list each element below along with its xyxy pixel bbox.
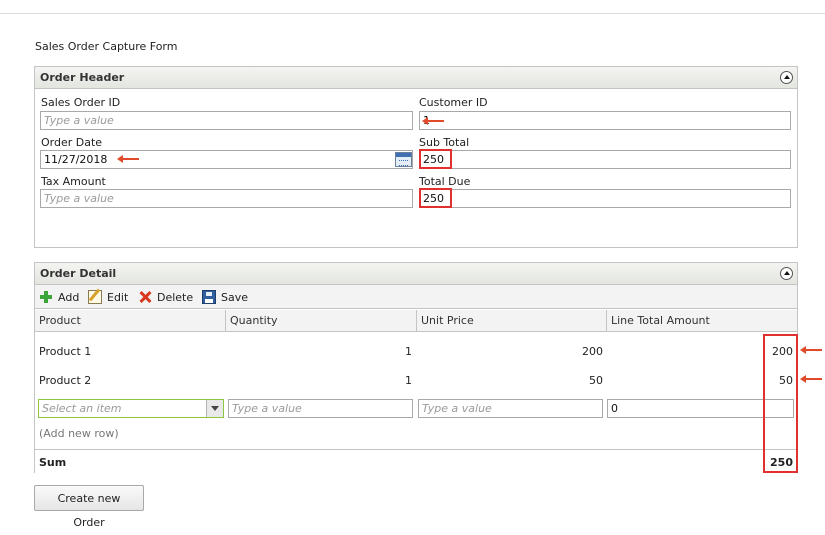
order-date-value: 11/27/2018: [44, 153, 108, 166]
new-quantity-placeholder: Type a value: [232, 402, 302, 415]
total-due-highlight: [419, 188, 452, 208]
edit-icon: [88, 290, 102, 304]
add-label: Add: [58, 290, 80, 304]
plus-icon: [39, 290, 53, 304]
order-date-field[interactable]: 11/27/2018: [40, 150, 413, 169]
grid-toolbar: Add Edit Delete Save: [35, 285, 797, 309]
column-header-quantity[interactable]: Quantity: [226, 310, 417, 332]
delete-label: Delete: [157, 290, 194, 304]
tax-amount-placeholder: Type a value: [44, 192, 114, 205]
sum-label: Sum: [39, 456, 67, 469]
top-divider: [0, 13, 825, 14]
page-title: Sales Order Capture Form: [35, 40, 178, 53]
new-unit-price-field[interactable]: Type a value: [418, 399, 603, 418]
column-header-unit-price[interactable]: Unit Price: [417, 310, 607, 332]
calendar-icon[interactable]: [395, 152, 412, 167]
row2-unit-price[interactable]: 50: [417, 374, 603, 387]
collapse-icon[interactable]: [780, 71, 793, 84]
sub-total-label: Sub Total: [419, 136, 470, 149]
total-due-label: Total Due: [419, 175, 471, 188]
add-button[interactable]: Add: [39, 289, 79, 305]
save-label: Save: [221, 290, 249, 304]
chevron-down-icon[interactable]: [206, 400, 223, 417]
order-header-title: Order Header: [40, 71, 125, 84]
edit-button[interactable]: Edit: [88, 289, 128, 305]
new-line-total-value: 0: [611, 402, 618, 415]
save-button[interactable]: Save: [202, 289, 248, 305]
order-header-bar: Order Header: [35, 67, 797, 89]
sub-total-field[interactable]: 250: [419, 150, 791, 169]
order-date-label: Order Date: [41, 136, 103, 149]
row1-unit-price[interactable]: 200: [417, 345, 603, 358]
customer-id-arrow-marker: [422, 117, 444, 125]
save-icon: [202, 290, 216, 304]
customer-id-label: Customer ID: [419, 96, 488, 109]
order-detail-panel: Order Detail Add Edit Delete Save Produc…: [34, 262, 798, 473]
order-detail-bar: Order Detail: [35, 263, 797, 285]
product-select-placeholder: Select an item: [42, 402, 122, 415]
row2-quantity[interactable]: 1: [226, 374, 412, 387]
collapse-icon[interactable]: [780, 267, 793, 280]
customer-id-field[interactable]: 1: [419, 111, 791, 130]
row1-quantity[interactable]: 1: [226, 345, 412, 358]
order-header-panel: Order Header Sales Order ID Type a value…: [34, 66, 798, 248]
row1-product[interactable]: Product 1: [39, 345, 91, 358]
delete-icon: [138, 290, 152, 304]
row2-total-arrow-marker: [800, 375, 822, 383]
new-unit-price-placeholder: Type a value: [422, 402, 492, 415]
row1-total-arrow-marker: [800, 346, 822, 354]
product-select[interactable]: Select an item: [38, 399, 224, 418]
sum-row: Sum 250: [35, 449, 797, 473]
order-detail-title: Order Detail: [40, 267, 117, 280]
column-header-line-total[interactable]: Line Total Amount: [607, 310, 797, 332]
add-new-row-link[interactable]: (Add new row): [39, 427, 119, 440]
sales-order-id-placeholder: Type a value: [44, 114, 114, 127]
sales-order-id-field[interactable]: Type a value: [40, 111, 413, 130]
order-date-arrow-marker: [117, 155, 139, 163]
new-quantity-field[interactable]: Type a value: [228, 399, 413, 418]
column-header-product[interactable]: Product: [35, 310, 226, 332]
sub-total-highlight: [419, 149, 452, 169]
tax-amount-label: Tax Amount: [41, 175, 106, 188]
edit-label: Edit: [107, 290, 129, 304]
row2-product[interactable]: Product 2: [39, 374, 91, 387]
grid-header-row: Product Quantity Unit Price Line Total A…: [35, 310, 797, 332]
delete-button[interactable]: Delete: [138, 289, 193, 305]
line-total-highlight: [763, 334, 798, 473]
create-new-order-button[interactable]: Create new Order: [34, 485, 144, 529]
total-due-field[interactable]: 250: [419, 189, 791, 208]
sales-order-id-label: Sales Order ID: [41, 96, 121, 109]
tax-amount-field[interactable]: Type a value: [40, 189, 413, 208]
